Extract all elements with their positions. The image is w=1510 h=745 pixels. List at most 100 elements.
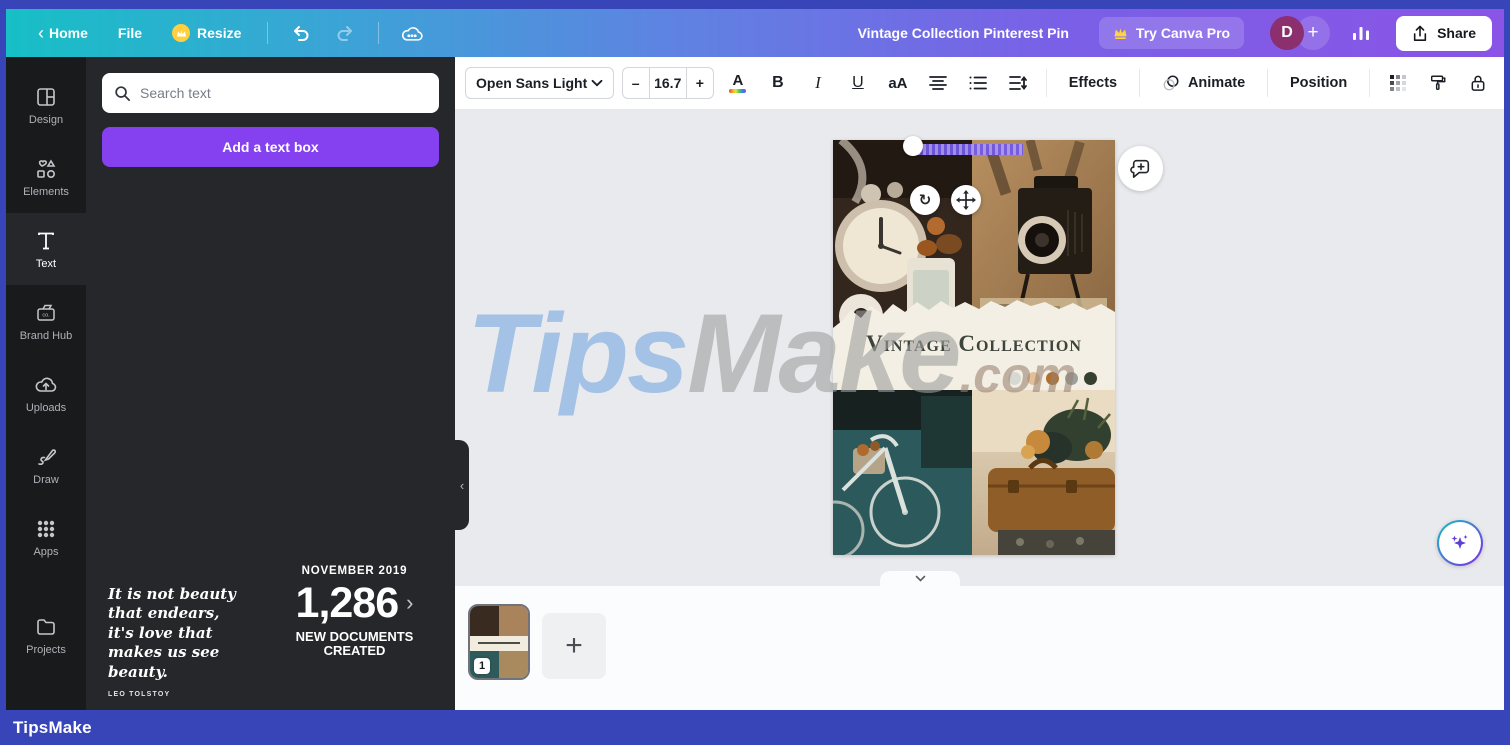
document-title[interactable]: Vintage Collection Pinterest Pin xyxy=(858,25,1069,41)
selected-text-element[interactable] xyxy=(917,144,1023,155)
text-color-button[interactable]: A xyxy=(722,66,754,100)
tipsmake-logo: TipsMake xyxy=(13,718,92,738)
lock-icon xyxy=(1470,74,1486,92)
photo-vintage-clock[interactable] xyxy=(833,140,972,336)
sidebar-label: Apps xyxy=(33,546,58,558)
selection-handle[interactable] xyxy=(903,136,923,156)
canva-assistant-button[interactable] xyxy=(1437,520,1483,566)
font-size-stepper: – 16.7 + xyxy=(622,67,714,99)
rainbow-color-bar xyxy=(729,89,746,93)
resize-button[interactable]: Resize xyxy=(164,18,249,48)
text-icon xyxy=(34,229,58,253)
underline-button[interactable]: U xyxy=(842,66,874,100)
avatar[interactable]: D xyxy=(1270,16,1304,50)
app-window: ‹ Home File Resize xyxy=(6,9,1504,710)
bottom-brand-bar: TipsMake xyxy=(0,710,1510,745)
design-page[interactable]: Vintage Collection ↻ xyxy=(833,140,1115,555)
line-spacing-button[interactable] xyxy=(1002,66,1034,100)
photo-vintage-bicycle[interactable] xyxy=(833,390,972,555)
sidebar-item-uploads[interactable]: Uploads xyxy=(6,357,86,429)
add-comment-button[interactable] xyxy=(1118,146,1163,191)
text-align-button[interactable] xyxy=(922,66,954,100)
try-canva-pro-button[interactable]: Try Canva Pro xyxy=(1099,17,1244,49)
add-page-button[interactable]: + xyxy=(542,613,606,679)
resize-label: Resize xyxy=(197,25,241,41)
font-size-value[interactable]: 16.7 xyxy=(649,68,687,98)
position-button[interactable]: Position xyxy=(1280,75,1357,91)
sidebar-label: Brand Hub xyxy=(20,330,73,342)
canvas[interactable]: ‹ xyxy=(455,110,1504,585)
palette-dot[interactable] xyxy=(1027,372,1040,385)
stats-text-template[interactable]: NOVEMBER 2019 1,286 › NEW DOCUMENTS CREA… xyxy=(268,565,441,699)
sidebar-item-elements[interactable]: Elements xyxy=(6,141,86,213)
file-menu-button[interactable]: File xyxy=(110,19,150,47)
thumb-photo xyxy=(470,606,499,636)
font-family-select[interactable]: Open Sans Light xyxy=(465,67,614,99)
palette-dot[interactable] xyxy=(1008,372,1021,385)
palette-dot[interactable] xyxy=(1065,372,1078,385)
design-title-text[interactable]: Vintage Collection xyxy=(833,331,1115,357)
move-icon xyxy=(956,190,976,210)
sidebar-label: Design xyxy=(29,114,63,126)
share-label: Share xyxy=(1437,25,1476,41)
page-number-badge: 1 xyxy=(474,658,490,674)
sidebar-item-projects[interactable]: Projects xyxy=(6,599,86,671)
chevron-left-icon: ‹ xyxy=(460,478,464,493)
cloud-save-icon xyxy=(397,18,427,48)
palette-dot[interactable] xyxy=(1046,372,1059,385)
share-button[interactable]: Share xyxy=(1396,16,1492,51)
effects-button[interactable]: Effects xyxy=(1059,75,1127,91)
toolbar-separator xyxy=(1139,69,1140,97)
photo-vintage-suitcase[interactable] xyxy=(972,390,1115,555)
sidebar-item-brand-hub[interactable]: co. Brand Hub xyxy=(6,285,86,357)
rotate-handle[interactable]: ↻ xyxy=(910,185,940,215)
text-style-samples: It is not beauty that endears, it's love… xyxy=(108,565,441,699)
bold-button[interactable]: B xyxy=(762,66,794,100)
panel-collapse-tab[interactable]: ‹ xyxy=(455,440,469,530)
add-text-box-button[interactable]: Add a text box xyxy=(102,127,439,167)
decrease-font-size-button[interactable]: – xyxy=(623,68,649,98)
header-right-group: Vintage Collection Pinterest Pin Try Can… xyxy=(858,16,1504,51)
toolbar-separator xyxy=(1369,69,1370,97)
crown-icon xyxy=(172,24,190,42)
undo-button[interactable] xyxy=(286,18,316,48)
text-case-button[interactable]: aA xyxy=(882,66,914,100)
design-icon xyxy=(34,85,58,109)
palette-dot[interactable] xyxy=(1084,372,1097,385)
search-input[interactable] xyxy=(140,85,427,101)
home-button[interactable]: ‹ Home xyxy=(30,18,96,48)
comment-plus-icon xyxy=(1130,158,1152,179)
stats-caption: NEW DOCUMENTS CREATED xyxy=(268,630,441,660)
lock-button[interactable] xyxy=(1462,66,1494,100)
header-separator xyxy=(378,22,379,44)
transparency-button[interactable] xyxy=(1382,66,1414,100)
back-chevron-icon: ‹ xyxy=(38,24,44,42)
sidebar-item-text[interactable]: Text xyxy=(6,213,86,285)
copy-style-button[interactable] xyxy=(1422,66,1454,100)
quote-author: LEO TOLSTOY xyxy=(108,691,248,698)
sidebar-item-draw[interactable]: Draw xyxy=(6,429,86,501)
chevron-right-icon[interactable]: › xyxy=(406,590,413,616)
stats-eyebrow: NOVEMBER 2019 xyxy=(268,565,441,577)
stats-value: 1,286 xyxy=(296,579,399,628)
move-handle[interactable] xyxy=(951,185,981,215)
sidebar-item-design[interactable]: Design xyxy=(6,69,86,141)
sidebar-label: Projects xyxy=(26,644,66,656)
sidebar-item-apps[interactable]: Apps xyxy=(6,501,86,573)
insights-chart-button[interactable] xyxy=(1346,18,1376,48)
italic-button[interactable]: I xyxy=(802,66,834,100)
sparkles-icon xyxy=(1448,531,1472,555)
sidebar-label: Elements xyxy=(23,186,69,198)
collapse-pages-tab[interactable] xyxy=(880,571,960,586)
list-button[interactable] xyxy=(962,66,994,100)
animate-icon xyxy=(1162,74,1180,92)
crown-icon xyxy=(1113,27,1128,39)
projects-icon xyxy=(34,615,58,639)
app-body: Design Elements Text co. Brand Hub Uploa… xyxy=(6,57,1504,710)
redo-button[interactable] xyxy=(330,18,360,48)
animate-button[interactable]: Animate xyxy=(1152,74,1255,92)
font-name: Open Sans Light xyxy=(476,75,587,91)
page-1-thumbnail[interactable]: 1 xyxy=(468,604,530,680)
quote-text-template[interactable]: It is not beauty that endears, it's love… xyxy=(108,585,248,699)
increase-font-size-button[interactable]: + xyxy=(687,68,713,98)
